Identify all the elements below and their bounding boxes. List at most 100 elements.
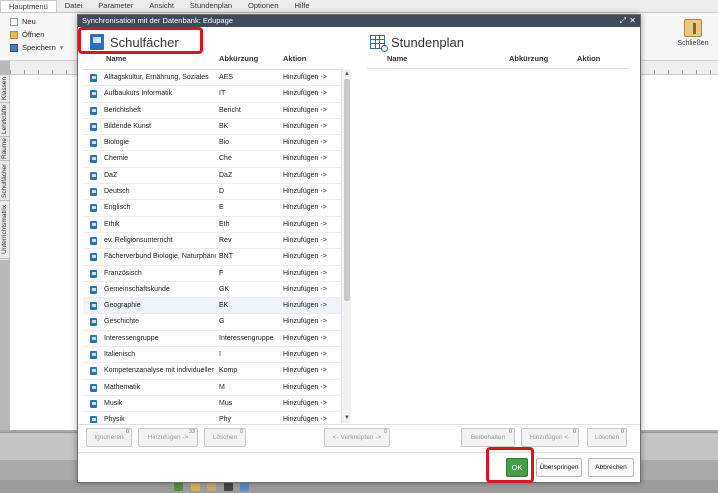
subject-action[interactable]: Hinzufügen -> bbox=[283, 380, 327, 396]
table-row[interactable]: Bildende Kunst BK Hinzufügen -> bbox=[83, 119, 351, 136]
scroll-thumb[interactable] bbox=[344, 79, 350, 301]
subject-action[interactable]: Hinzufügen -> bbox=[283, 347, 327, 363]
subject-action[interactable]: Hinzufügen -> bbox=[283, 282, 327, 298]
add-right-button[interactable]: Hinzufügen -> 33 bbox=[138, 428, 198, 447]
taskbar-app-icon[interactable] bbox=[174, 482, 183, 491]
table-row[interactable]: Gemeinschaftskunde GK Hinzufügen -> bbox=[83, 282, 351, 299]
table-row[interactable]: Ethik Eth Hinzufügen -> bbox=[83, 217, 351, 233]
subject-action[interactable]: Hinzufügen -> bbox=[283, 396, 327, 412]
vtab-lehrkraefte[interactable]: Lehrkräfte bbox=[0, 103, 10, 137]
subject-abbr: Bio bbox=[219, 139, 230, 147]
open-button[interactable]: Öffnen bbox=[10, 29, 44, 40]
vtab-raeume[interactable]: Räume bbox=[0, 137, 10, 161]
subject-action[interactable]: Hinzufügen -> bbox=[283, 331, 327, 347]
vtab-unterrichtsmatrix[interactable]: Unterrichtsmatrix bbox=[0, 201, 10, 259]
left-col-name[interactable]: Name bbox=[106, 54, 126, 66]
subject-abbr: BK bbox=[219, 122, 229, 130]
close-icon[interactable]: ✕ bbox=[629, 15, 636, 27]
taskbar-person-icon[interactable] bbox=[191, 482, 200, 491]
table-row[interactable]: Italienisch I Hinzufügen -> bbox=[83, 347, 351, 364]
table-row[interactable]: Biologie Bio Hinzufügen -> bbox=[83, 135, 351, 152]
subject-action[interactable]: Hinzufügen -> bbox=[283, 233, 327, 249]
subject-action[interactable]: Hinzufügen -> bbox=[283, 298, 327, 314]
delete-left-button[interactable]: Löschen 0 bbox=[204, 428, 246, 447]
vtab-klassen[interactable]: Klassen bbox=[0, 75, 10, 103]
menu-datei[interactable]: Datei bbox=[57, 0, 91, 12]
right-col-action[interactable]: Aktion bbox=[577, 54, 600, 66]
save-button[interactable]: Speichern ▾ bbox=[10, 42, 64, 53]
table-row[interactable]: DaZ DaZ Hinzufügen -> bbox=[83, 168, 351, 185]
close-app-button[interactable]: Schließen bbox=[676, 19, 710, 55]
subject-icon bbox=[90, 383, 97, 392]
new-button[interactable]: Neu bbox=[10, 16, 36, 27]
menu-ansicht[interactable]: Ansicht bbox=[141, 0, 182, 12]
right-col-name[interactable]: Name bbox=[387, 54, 407, 66]
menu-parameter[interactable]: Parameter bbox=[90, 0, 141, 12]
table-row[interactable]: Alltagskultur, Ernährung, Soziales AES Hin… bbox=[83, 70, 351, 87]
subject-action[interactable]: Hinzufügen -> bbox=[283, 412, 327, 423]
subjects-list[interactable]: Alltagskultur, Ernährung, Soziales AES Hin… bbox=[83, 69, 351, 423]
subject-action[interactable]: Hinzufügen -> bbox=[283, 266, 327, 282]
subject-abbr: EK bbox=[219, 302, 229, 310]
table-row[interactable]: Geographie EK Hinzufügen -> bbox=[83, 298, 351, 315]
subject-name: DaZ bbox=[104, 171, 118, 179]
subject-action[interactable]: Hinzufügen -> bbox=[283, 151, 327, 167]
scroll-down-icon[interactable]: ▼ bbox=[343, 414, 351, 422]
add-left-button[interactable]: Hinzufügen <- 0 bbox=[521, 428, 579, 447]
subject-action[interactable]: Hinzufügen -> bbox=[283, 217, 327, 233]
table-row[interactable]: Englisch E Hinzufügen -> bbox=[83, 200, 351, 217]
subject-action[interactable]: Hinzufügen -> bbox=[283, 135, 327, 151]
subject-action[interactable]: Hinzufügen -> bbox=[283, 168, 327, 184]
table-row[interactable]: Mathematik M Hinzufügen -> bbox=[83, 380, 351, 396]
maximize-icon[interactable]: ⤢ bbox=[620, 15, 626, 27]
menu-hauptmenu[interactable]: Hauptmenü bbox=[0, 0, 57, 12]
link-button[interactable]: <- Verknüpfen -> 0 bbox=[324, 428, 390, 447]
table-row[interactable]: Deutsch D Hinzufügen -> bbox=[83, 184, 351, 201]
table-row[interactable]: Berichtsheft Bericht Hinzufügen -> bbox=[83, 103, 351, 119]
ignore-button[interactable]: Ignorieren 0 bbox=[86, 428, 132, 447]
left-col-action[interactable]: Aktion bbox=[283, 54, 306, 66]
skip-button[interactable]: Überspringen bbox=[536, 458, 582, 477]
subject-action[interactable]: Hinzufügen -> bbox=[283, 363, 327, 379]
subjects-scrollbar[interactable]: ▲ ▼ bbox=[341, 69, 351, 423]
subject-action[interactable]: Hinzufügen -> bbox=[283, 184, 327, 200]
subject-action[interactable]: Hinzufügen -> bbox=[283, 249, 327, 265]
table-row[interactable]: Französisch F Hinzufügen -> bbox=[83, 266, 351, 282]
table-row[interactable]: Physik Phy Hinzufügen -> bbox=[83, 412, 351, 423]
table-row[interactable]: Chemie Che Hinzufügen -> bbox=[83, 151, 351, 168]
menu-optionen[interactable]: Optionen bbox=[240, 0, 286, 12]
menu-hilfe[interactable]: Hilfe bbox=[287, 0, 318, 12]
cancel-button[interactable]: Abbrechen bbox=[588, 458, 634, 477]
subject-name: Aufbaukurs Informatik bbox=[104, 90, 173, 98]
subject-abbr: Phy bbox=[219, 416, 232, 423]
scroll-up-icon[interactable]: ▲ bbox=[343, 70, 351, 78]
subject-action[interactable]: Hinzufügen -> bbox=[283, 86, 327, 102]
table-row[interactable]: Aufbaukurs Informatik IT Hinzufügen -> bbox=[83, 86, 351, 103]
table-row[interactable]: Interessengruppe Interessengruppe Hinzufüg… bbox=[83, 331, 351, 348]
subject-action[interactable]: Hinzufügen -> bbox=[283, 103, 327, 119]
menu-stundenplan[interactable]: Stundenplan bbox=[182, 0, 240, 12]
table-row[interactable]: Musik Mus Hinzufügen -> bbox=[83, 396, 351, 413]
keep-button[interactable]: Beibehalten 0 bbox=[461, 428, 515, 447]
subject-action[interactable]: Hinzufügen -> bbox=[283, 200, 327, 216]
right-panel-title: Stundenplan bbox=[391, 34, 465, 50]
left-col-abbr[interactable]: Abkürzung bbox=[219, 54, 258, 66]
table-row[interactable]: Fächerverbund Biologie, NaturphänomeneBN… bbox=[83, 249, 351, 266]
table-row[interactable]: Kompetenzanalyse mit individueller Förde… bbox=[83, 363, 351, 380]
subject-abbr: GK bbox=[219, 285, 230, 293]
taskbar-book-icon[interactable] bbox=[240, 482, 249, 491]
subject-action[interactable]: Hinzufügen -> bbox=[283, 314, 327, 330]
subject-name: Französisch bbox=[104, 269, 142, 277]
subject-name: Gemeinschaftskunde bbox=[104, 285, 170, 293]
subject-icon bbox=[90, 253, 97, 262]
subject-action[interactable]: Hinzufügen -> bbox=[283, 119, 327, 135]
taskbar-people-icon[interactable] bbox=[207, 482, 216, 491]
vtab-schulfaecher[interactable]: Schulfächer bbox=[0, 161, 10, 201]
table-row[interactable]: Geschichte G Hinzufügen -> bbox=[83, 314, 351, 331]
taskbar-hat-icon[interactable] bbox=[224, 482, 233, 491]
table-row[interactable]: ev. Religionsunterricht Rev Hinzufügen -> bbox=[83, 233, 351, 250]
subject-action[interactable]: Hinzufügen -> bbox=[283, 70, 327, 86]
delete-right-button[interactable]: Löschen 0 bbox=[587, 428, 627, 447]
right-col-abbr[interactable]: Abkürzung bbox=[509, 54, 548, 66]
subject-name: Bildende Kunst bbox=[104, 122, 152, 130]
